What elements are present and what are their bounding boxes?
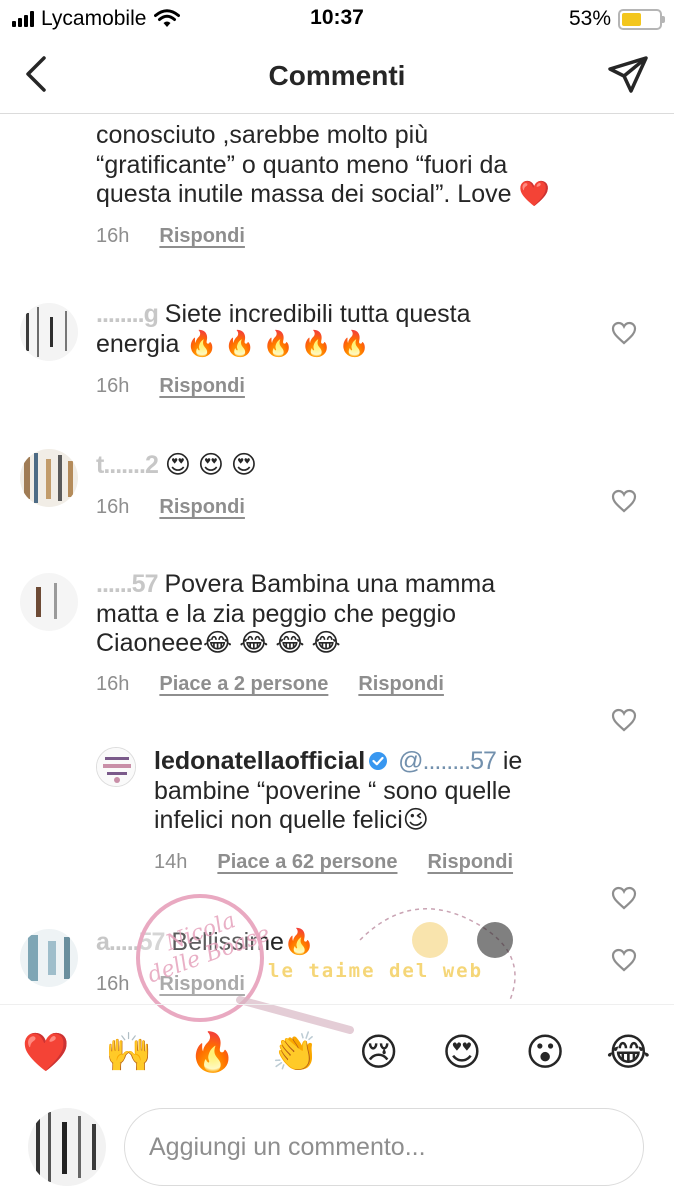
comment-text-line: conosciuto ,sarebbe molto più bbox=[96, 121, 429, 149]
comment-time: 16h bbox=[96, 375, 130, 397]
emoji-fire-button[interactable]: 🔥 bbox=[180, 1034, 244, 1072]
reply-button[interactable]: Rispondi bbox=[159, 225, 245, 248]
emoji-crying-button[interactable]: 😢 bbox=[347, 1034, 411, 1072]
comment-text-line: questa inutile massa dei social”. Love ❤… bbox=[96, 180, 550, 208]
reply-button[interactable]: Rispondi bbox=[427, 851, 513, 874]
comment-text-line: Bellissime🔥 bbox=[171, 928, 316, 956]
comment-text-line: Siete incredibili tutta questa bbox=[164, 300, 471, 328]
comment-text: conosciuto ,sarebbe molto più “gratifica… bbox=[96, 121, 616, 210]
comment-text: ledonatellaofficial @........57 ie bambi… bbox=[154, 747, 594, 836]
avatar[interactable] bbox=[20, 573, 78, 631]
comment-text: ......57 Povera Bambina una mamma matta … bbox=[96, 570, 596, 659]
comment-username[interactable]: ......57 bbox=[96, 570, 158, 598]
likes-count-button[interactable]: Piace a 62 persone bbox=[217, 851, 397, 874]
comment-meta: 16h Piace a 2 persone Rispondi bbox=[96, 673, 444, 696]
verified-badge-icon bbox=[369, 752, 388, 770]
comment-text-line: bambine “poverine “ sono quelle bbox=[154, 776, 512, 805]
mention-link[interactable]: @........57 bbox=[398, 747, 497, 775]
comment-meta: 14h Piace a 62 persone Rispondi bbox=[154, 851, 513, 874]
comment-text-line: 😍 😍 😍 bbox=[164, 451, 257, 479]
comment-text-line: energia 🔥 🔥 🔥 🔥 🔥 bbox=[96, 329, 370, 358]
comment-username[interactable]: a.....57 bbox=[96, 928, 165, 956]
comment-meta: 16h Rispondi bbox=[96, 225, 245, 248]
emoji-quick-bar: ❤️ 🙌 🔥 👏 😢 😍 😮 😂 bbox=[0, 1004, 674, 1100]
comment-username[interactable]: ledonatellaofficial bbox=[154, 747, 365, 775]
comment-text: ........g Siete incredibili tutta questa… bbox=[96, 300, 596, 359]
comment-composer bbox=[0, 1100, 674, 1200]
comment-text-line: ie bbox=[502, 747, 523, 775]
reply-button[interactable]: Rispondi bbox=[159, 973, 245, 996]
battery-icon bbox=[618, 8, 665, 30]
comment-text-line: Povera Bambina una mamma bbox=[164, 570, 496, 598]
comment-time: 16h bbox=[96, 225, 130, 247]
reply-button[interactable]: Rispondi bbox=[159, 375, 245, 398]
comment-time: 16h bbox=[96, 496, 130, 518]
emoji-joy-button[interactable]: 😂 bbox=[596, 1034, 660, 1072]
comment-username[interactable]: ........g bbox=[96, 300, 159, 328]
avatar[interactable] bbox=[20, 303, 78, 361]
avatar[interactable] bbox=[96, 747, 136, 787]
paper-plane-icon[interactable] bbox=[606, 54, 650, 96]
avatar[interactable] bbox=[20, 929, 78, 987]
avatar[interactable] bbox=[20, 449, 78, 507]
comment-text-line: matta e la zia peggio che peggio bbox=[96, 599, 456, 628]
status-bar: Lycamobile 10:37 53% bbox=[0, 0, 674, 38]
comment-time: 14h bbox=[154, 851, 188, 873]
emoji-raised-hands-button[interactable]: 🙌 bbox=[97, 1034, 161, 1072]
comments-header: Commenti bbox=[0, 38, 674, 114]
reply-button[interactable]: Rispondi bbox=[358, 673, 444, 696]
comment-text-line: Ciaoneee😂 😂 😂 😂 bbox=[96, 629, 341, 657]
comment-username[interactable]: t.......2 bbox=[96, 451, 159, 479]
comment-meta: 16h Rispondi bbox=[96, 375, 245, 398]
status-bar-right: 53% bbox=[568, 7, 665, 31]
comment-text: a.....57 Bellissime🔥 bbox=[96, 928, 596, 958]
comment-meta: 16h Rispondi bbox=[96, 496, 245, 519]
heart-icon[interactable] bbox=[611, 321, 637, 345]
reply-button[interactable]: Rispondi bbox=[159, 496, 245, 519]
heart-icon[interactable] bbox=[611, 708, 637, 732]
emoji-heart-eyes-button[interactable]: 😍 bbox=[430, 1034, 494, 1072]
comment-text: t.......2 😍 😍 😍 bbox=[96, 451, 596, 481]
my-avatar bbox=[28, 1108, 106, 1186]
heart-icon[interactable] bbox=[611, 886, 637, 910]
comment-time: 16h bbox=[96, 973, 130, 995]
comment-text-line: infelici non quelle felici😉 bbox=[154, 806, 429, 834]
comment-time: 16h bbox=[96, 673, 130, 695]
comments-list: conosciuto ,sarebbe molto più “gratifica… bbox=[0, 115, 674, 1003]
emoji-heart-button[interactable]: ❤️ bbox=[14, 1034, 78, 1072]
comment-text-line: “gratificante” o quanto meno “fuori da bbox=[96, 150, 508, 179]
comment-meta: 16h Rispondi bbox=[96, 973, 245, 996]
heart-icon[interactable] bbox=[611, 489, 637, 513]
likes-count-button[interactable]: Piace a 2 persone bbox=[159, 673, 328, 696]
battery-percent: 53% bbox=[568, 7, 611, 30]
page-title: Commenti bbox=[268, 60, 406, 91]
heart-icon[interactable] bbox=[611, 948, 637, 972]
emoji-surprised-button[interactable]: 😮 bbox=[513, 1034, 577, 1072]
comment-input[interactable] bbox=[124, 1108, 644, 1186]
emoji-clap-button[interactable]: 👏 bbox=[263, 1034, 327, 1072]
